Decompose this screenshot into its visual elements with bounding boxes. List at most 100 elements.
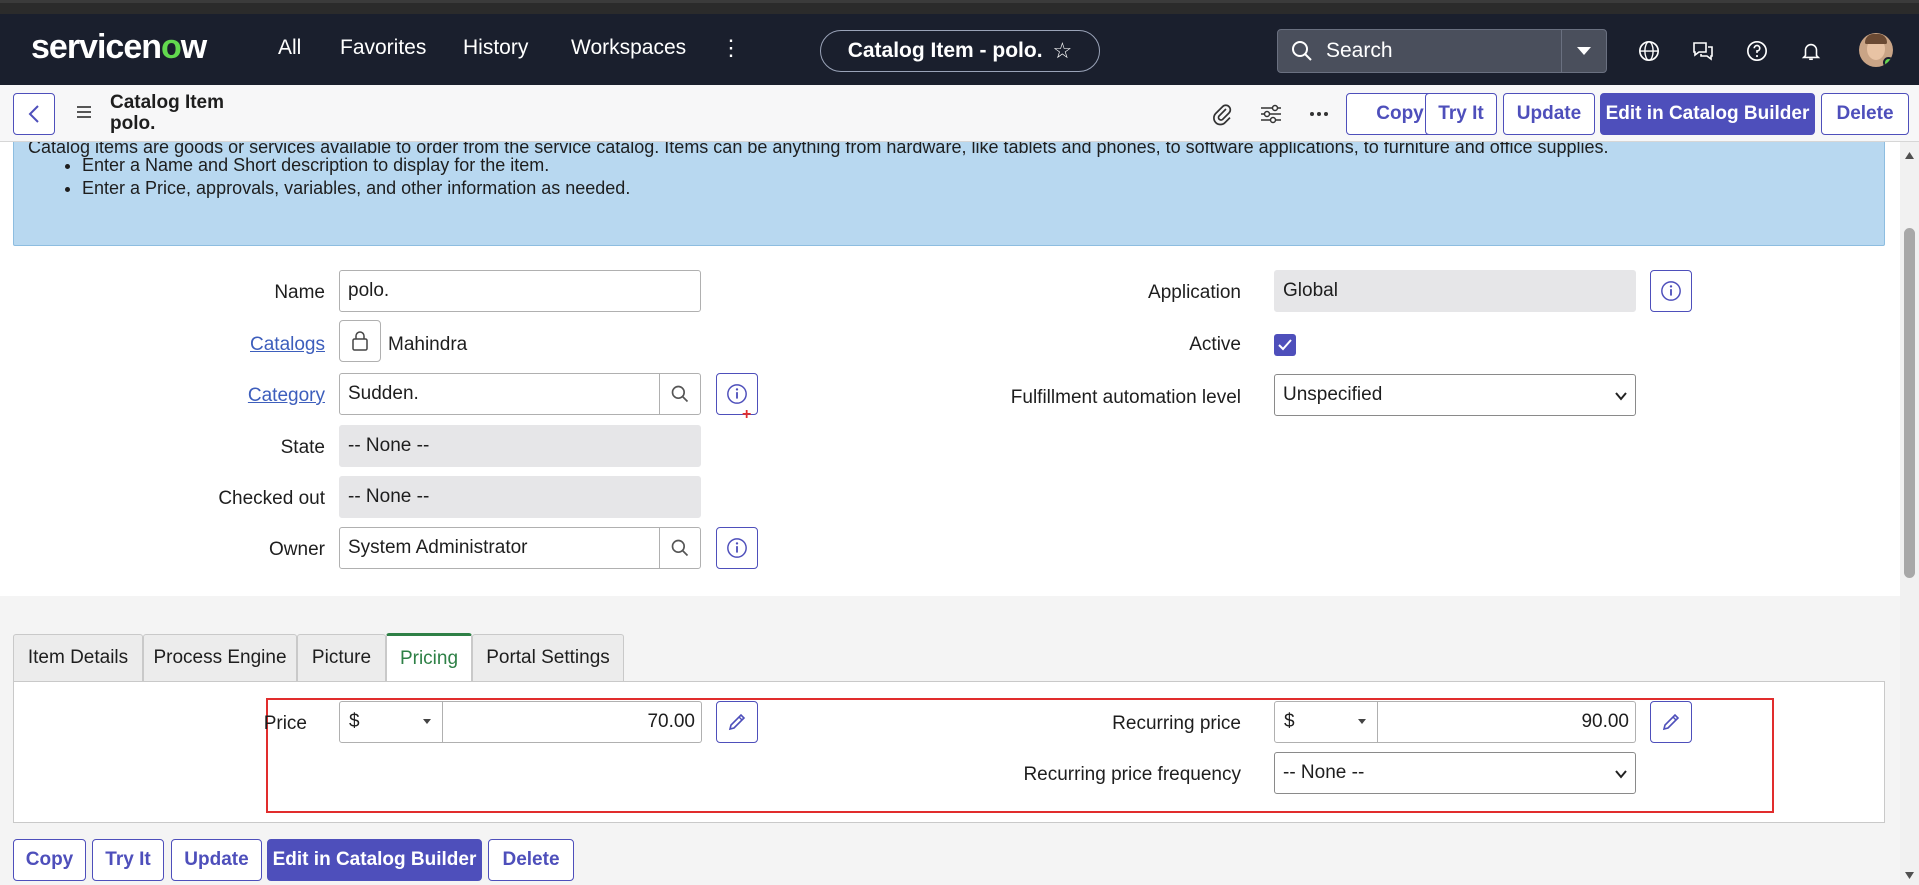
- banner-bullet: Enter a Name and Short description to di…: [82, 154, 630, 177]
- recurring-currency-value: $: [1284, 711, 1295, 732]
- application-label: Application: [1148, 282, 1241, 303]
- footer-update-button[interactable]: Update: [171, 839, 262, 881]
- price-amount-field[interactable]: 70.00: [443, 701, 702, 743]
- search-icon: [671, 385, 689, 403]
- nav-all[interactable]: All: [278, 36, 301, 60]
- edit-in-catalog-builder-button[interactable]: Edit in Catalog Builder: [1600, 93, 1815, 135]
- active-label: Active: [1189, 334, 1241, 355]
- category-field[interactable]: [339, 373, 660, 415]
- category-lookup-button[interactable]: [659, 373, 701, 415]
- recurring-frequency-select[interactable]: -- None --: [1274, 752, 1636, 794]
- chevron-left-icon: [28, 105, 39, 123]
- scroll-thumb[interactable]: [1904, 228, 1915, 578]
- tab-item-details[interactable]: Item Details: [13, 634, 143, 681]
- tab-pricing[interactable]: Pricing: [386, 633, 472, 681]
- category-label[interactable]: Category: [248, 385, 325, 407]
- update-button[interactable]: Update: [1503, 93, 1595, 135]
- user-avatar[interactable]: [1859, 33, 1893, 67]
- scroll-down-arrow-icon[interactable]: [1905, 872, 1914, 879]
- logo-text-post: w: [180, 28, 207, 66]
- nav-favorites[interactable]: Favorites: [340, 36, 426, 60]
- recurring-frequency-label: Recurring price frequency: [1023, 764, 1241, 785]
- nav-history[interactable]: History: [463, 36, 528, 60]
- favorite-star-icon[interactable]: ☆: [1053, 38, 1073, 64]
- tab-process-engine[interactable]: Process Engine: [143, 634, 297, 681]
- bell-icon[interactable]: [1798, 38, 1824, 64]
- tab-picture[interactable]: Picture: [297, 634, 386, 681]
- recurring-price-label: Recurring price: [1112, 713, 1241, 734]
- record-heading: Catalog Item polo.: [110, 92, 224, 134]
- form-header: Catalog Item polo. Copy Try It Update Ed…: [0, 85, 1919, 142]
- browser-strip: [0, 0, 1919, 14]
- checkmark-icon: [1278, 339, 1292, 351]
- price-edit-button[interactable]: [716, 701, 758, 743]
- fulfillment-label: Fulfillment automation level: [1010, 387, 1241, 408]
- logo-text-o: o: [161, 28, 182, 66]
- state-field: -- None --: [339, 425, 701, 467]
- lock-icon: [352, 331, 368, 351]
- context-menu-icon[interactable]: [75, 103, 93, 121]
- footer-edit-in-catalog-builder-button[interactable]: Edit in Catalog Builder: [267, 839, 482, 881]
- record-title-text: Catalog Item - polo.: [847, 39, 1043, 62]
- state-label: State: [280, 437, 325, 458]
- chevron-down-icon: [1358, 719, 1366, 724]
- price-currency-value: $: [349, 711, 360, 732]
- record-table-name: Catalog Item: [110, 92, 225, 113]
- tab-portal-settings[interactable]: Portal Settings: [472, 634, 624, 681]
- application-info-button[interactable]: [1650, 270, 1692, 312]
- category-info-button[interactable]: [716, 373, 758, 415]
- record-title-pill[interactable]: Catalog Item - polo. ☆: [820, 30, 1100, 72]
- recurring-price-amount-field[interactable]: 90.00: [1378, 701, 1636, 743]
- banner-bullets: Enter a Name and Short description to di…: [82, 154, 630, 200]
- search-input[interactable]: [1326, 39, 1546, 63]
- more-menu-icon[interactable]: ⋮: [720, 35, 742, 61]
- name-label: Name: [274, 282, 325, 303]
- record-display-value: polo.: [110, 113, 156, 134]
- search-icon: [671, 539, 689, 557]
- paperclip-icon[interactable]: [1209, 101, 1235, 127]
- application-field: Global: [1274, 270, 1636, 312]
- price-currency-select[interactable]: $: [339, 701, 443, 743]
- chevron-down-icon: [423, 719, 431, 724]
- recurring-currency-select[interactable]: $: [1274, 701, 1378, 743]
- global-search[interactable]: [1277, 29, 1562, 73]
- fulfillment-select[interactable]: Unspecified: [1274, 374, 1636, 416]
- footer-copy-button[interactable]: Copy: [13, 839, 86, 881]
- nav-workspaces[interactable]: Workspaces: [571, 36, 686, 60]
- info-icon: [1661, 281, 1681, 301]
- logo-text-pre: servicen: [31, 28, 162, 66]
- globe-icon[interactable]: [1636, 38, 1662, 64]
- owner-info-button[interactable]: [716, 527, 758, 569]
- info-banner: Catalog items are goods or services avai…: [13, 142, 1885, 246]
- owner-lookup-button[interactable]: [659, 527, 701, 569]
- delete-button[interactable]: Delete: [1821, 93, 1909, 135]
- price-label: Price: [263, 713, 307, 734]
- footer-delete-button[interactable]: Delete: [488, 839, 574, 881]
- footer-try-it-button[interactable]: Try It: [92, 839, 164, 881]
- owner-field[interactable]: [339, 527, 660, 569]
- try-it-button[interactable]: Try It: [1425, 93, 1497, 135]
- checked-out-field: -- None --: [339, 476, 701, 518]
- catalogs-lock-button[interactable]: [339, 320, 381, 362]
- search-scope-dropdown[interactable]: [1561, 29, 1607, 73]
- more-actions-icon[interactable]: [1306, 101, 1332, 127]
- fulfillment-value: Unspecified: [1283, 384, 1383, 405]
- personalize-form-icon[interactable]: [1258, 101, 1284, 127]
- recurring-price-edit-button[interactable]: [1650, 701, 1692, 743]
- back-button[interactable]: [13, 93, 55, 135]
- scroll-up-arrow-icon[interactable]: [1905, 152, 1914, 159]
- checked-out-label: Checked out: [218, 488, 325, 509]
- name-field[interactable]: [339, 270, 701, 312]
- search-icon: [1292, 41, 1312, 61]
- chat-icon[interactable]: [1690, 38, 1716, 64]
- servicenow-logo[interactable]: servicenow: [31, 28, 207, 67]
- reference-add-icon: +: [742, 406, 752, 423]
- page-scrollbar[interactable]: [1900, 142, 1919, 885]
- pencil-icon: [728, 713, 746, 731]
- avatar-hair: [1865, 34, 1887, 44]
- catalogs-label[interactable]: Catalogs: [250, 334, 325, 356]
- active-checkbox[interactable]: [1274, 334, 1296, 356]
- owner-label: Owner: [269, 539, 325, 560]
- catalogs-value: Mahindra: [388, 334, 468, 355]
- help-icon[interactable]: [1744, 38, 1770, 64]
